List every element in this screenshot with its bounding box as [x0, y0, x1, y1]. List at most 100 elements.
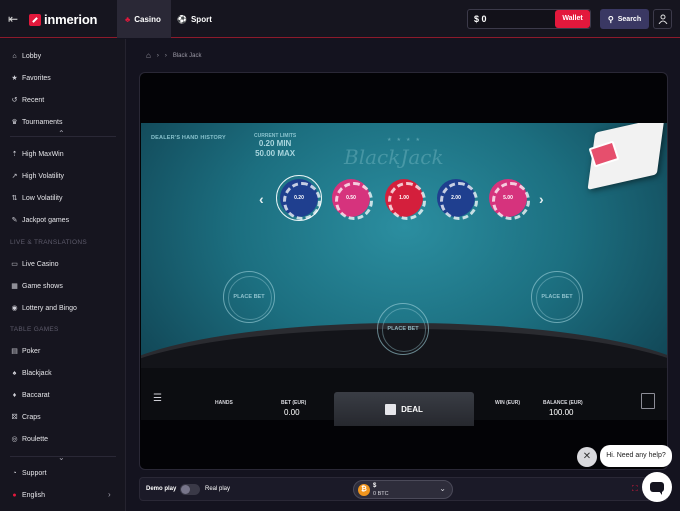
sidebar-item-favorites[interactable]: ★ Favorites	[10, 71, 51, 85]
sidebar-item-jackpot[interactable]: ✎ Jackpot games	[10, 213, 70, 227]
brand-name: inmerion	[44, 12, 98, 27]
place-bet-right[interactable]: PLACE BET	[531, 271, 583, 323]
bet-value: 0.00	[284, 408, 300, 417]
search-button[interactable]: ⚲ Search	[600, 9, 649, 29]
tab-casino[interactable]: ♣ Casino	[117, 0, 171, 38]
home-icon: ⌂	[12, 52, 17, 60]
sidebar-item-baccarat[interactable]: ♦ Baccarat	[10, 388, 50, 402]
logo[interactable]: inmerion	[29, 12, 97, 27]
sidebar-item-live-casino[interactable]: ▭ Live Casino	[10, 257, 59, 271]
deal-button[interactable]: DEAL	[334, 392, 474, 426]
card-shoe	[571, 123, 667, 191]
chip-0-20[interactable]: 0.20	[280, 179, 321, 220]
place-bet-left[interactable]: PLACE BET	[223, 271, 275, 323]
tab-sport[interactable]: ⚽ Sport	[173, 0, 217, 38]
chevron-right-icon: ›	[164, 52, 167, 59]
sidebar-item-blackjack[interactable]: ♠ Blackjack	[10, 366, 52, 380]
blackjack-icon: ♠	[12, 369, 17, 377]
sidebar-item-label: Roulette	[22, 435, 49, 443]
breadcrumb-current: Black Jack	[172, 52, 202, 59]
home-icon[interactable]: ⌂	[146, 51, 151, 60]
collapse-sidebar-icon[interactable]: ⇤	[8, 12, 22, 26]
chip-5-00[interactable]: 5.00	[489, 179, 530, 220]
sidebar-item-label: Lobby	[22, 52, 42, 60]
maxwin-icon: ⇡	[11, 151, 18, 158]
history-icon: ↺	[11, 97, 18, 104]
chip-value: 5.00	[503, 195, 513, 201]
tab-casino-label: Casino	[134, 14, 161, 24]
sidebar-item-high-maxwin[interactable]: ⇡ High MaxWin	[10, 147, 64, 161]
volatility-low-icon: ⇅	[11, 195, 18, 202]
sidebar-item-tournaments[interactable]: ♛ Tournaments	[10, 115, 62, 129]
chevron-right-icon: ›	[108, 490, 111, 499]
sidebar-item-support[interactable]: ◔ Support	[10, 466, 47, 480]
sidebar-item-high-volatility[interactable]: ↗ High Volatility	[10, 169, 64, 183]
sidebar-item-roulette[interactable]: ◎ Roulette	[10, 432, 48, 446]
sidebar-item-label: Favorites	[22, 74, 51, 82]
chip-value: 2.00	[451, 195, 461, 201]
win-label: WIN (EUR)	[495, 400, 520, 406]
wallet-button[interactable]: Wallet	[555, 10, 590, 28]
sidebar-item-label: Jackpot games	[22, 216, 70, 224]
chat-button[interactable]	[642, 472, 672, 502]
balance-value: $ 0	[474, 14, 487, 24]
cards-icon	[385, 403, 397, 415]
deal-label: DEAL	[401, 404, 423, 414]
user-button[interactable]	[653, 9, 672, 29]
balance-display: $ 0 Wallet	[467, 9, 591, 29]
chip-1-00[interactable]: 1.00	[385, 179, 426, 220]
casino-icon: ♣	[125, 14, 131, 24]
chip-next-arrow[interactable]: ›	[539, 191, 544, 207]
current-limits: CURRENT LIMITS 0.20 MIN 50.00 MAX	[254, 133, 296, 159]
language-selector[interactable]: ● English	[10, 488, 45, 502]
search-icon: ⚲	[607, 14, 614, 24]
chip-prev-arrow[interactable]: ‹	[259, 191, 264, 207]
currency-symbol: $	[373, 483, 377, 489]
section-table-title: TABLE GAMES	[10, 326, 59, 333]
live-icon: ▭	[11, 261, 18, 268]
section-live-title: LIVE & TRANSLATIONS	[10, 239, 87, 246]
breadcrumb: ⌂ › › Black Jack	[146, 51, 208, 60]
game-info-icon[interactable]	[641, 393, 655, 409]
sidebar-item-craps[interactable]: ⚄ Craps	[10, 410, 40, 424]
table-stars: ★★★★	[387, 137, 425, 143]
language-label: English	[22, 491, 45, 499]
dealer-hand-history[interactable]: DEALER'S HAND HISTORY	[151, 135, 226, 141]
chip-0-50[interactable]: 0.50	[332, 179, 373, 220]
sidebar-item-game-shows[interactable]: ▦ Game shows	[10, 279, 63, 293]
sidebar-item-low-volatility[interactable]: ⇅ Low Volatility	[10, 191, 63, 205]
collapse-chevron-icon[interactable]: ⌃	[58, 129, 65, 138]
play-mode-toggle[interactable]	[180, 484, 200, 495]
user-icon	[658, 14, 667, 24]
sidebar-item-lottery[interactable]: ◉ Lottery and Bingo	[10, 301, 76, 315]
chip-value: 0.20	[294, 195, 304, 201]
trophy-icon: ♛	[11, 119, 18, 126]
sidebar-item-lobby[interactable]: ⌂ Lobby	[10, 49, 41, 63]
sidebar-item-label: High MaxWin	[22, 150, 64, 158]
balance-label: BALANCE (EUR)	[543, 400, 583, 406]
sidebar-item-label: Live Casino	[22, 260, 59, 268]
game-frame[interactable]: DEALER'S HAND HISTORY CURRENT LIMITS 0.2…	[139, 72, 668, 470]
chat-greeting[interactable]: Hi. Need any help?	[600, 445, 672, 467]
chat-close-button[interactable]: ✕	[577, 447, 597, 467]
expand-chevron-icon[interactable]: ⌄	[58, 453, 65, 462]
sidebar-item-label: Baccarat	[22, 391, 50, 399]
game-hud: ☰ HANDS BET (EUR) 0.00 DEAL WIN (EUR) BA…	[141, 378, 667, 426]
sidebar-item-label: Support	[22, 469, 47, 477]
fullscreen-icon[interactable]: ⛶	[632, 484, 638, 494]
place-bet-center[interactable]: PLACE BET	[377, 303, 429, 355]
real-play-label: Real play	[205, 486, 231, 492]
sidebar-item-poker[interactable]: ▤ Poker	[10, 344, 40, 358]
hands-label: HANDS	[215, 400, 233, 406]
poker-icon: ▤	[11, 348, 18, 355]
demo-play-label: Demo play	[146, 486, 177, 492]
chevron-right-icon: ›	[156, 52, 159, 59]
chevron-down-icon: ⌄	[439, 484, 446, 493]
flag-icon: ●	[12, 491, 17, 499]
menu-icon[interactable]: ☰	[153, 393, 162, 404]
search-label: Search	[617, 15, 642, 23]
currency-value: 0 BTC	[373, 491, 389, 497]
chip-2-00[interactable]: 2.00	[437, 179, 478, 220]
sidebar-item-recent[interactable]: ↺ Recent	[10, 93, 45, 107]
currency-select[interactable]: ₿ $ 0 BTC ⌄	[353, 480, 453, 499]
